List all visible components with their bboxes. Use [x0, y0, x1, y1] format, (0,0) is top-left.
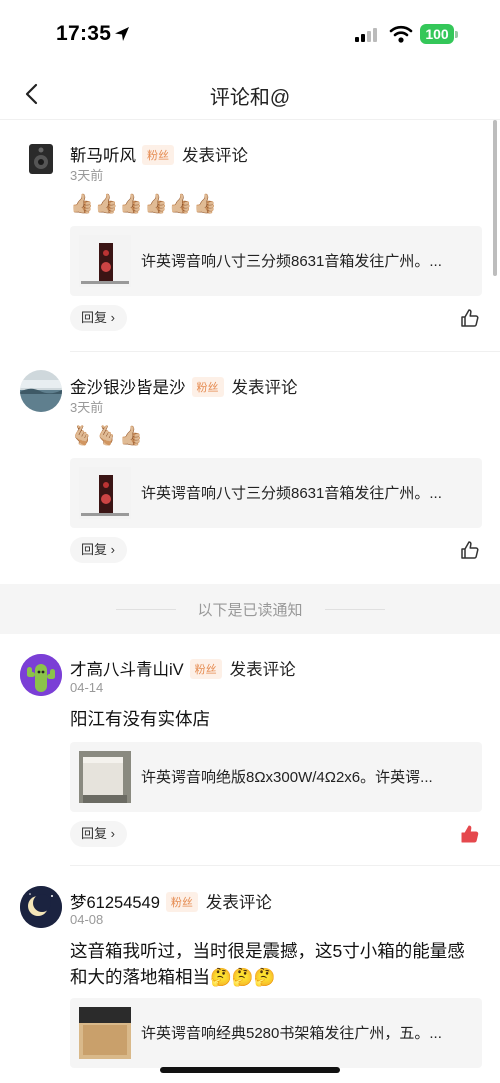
action-text: 发表评论: [182, 147, 248, 165]
comment-content: 这音箱我听过，当时很是震撼，这5寸小箱的能量感和大的落地箱相当🤔🤔🤔: [70, 941, 465, 987]
wifi-icon: [389, 25, 413, 43]
post-title: 许英谔音响八寸三分频8631音箱发往广州。...: [141, 485, 442, 502]
username[interactable]: 才高八斗青山iV: [70, 661, 184, 679]
notification-item: 才高八斗青山iV 粉丝 发表评论 04-14 阳江有没有实体店 许英谔音响绝版8Ωx…: [0, 634, 500, 866]
timestamp: 3天前: [70, 168, 104, 183]
action-text: 发表评论: [231, 379, 298, 397]
fan-badge: 粉丝: [165, 892, 198, 912]
nav-bar: 评论和@: [0, 66, 500, 120]
separator-line: [325, 609, 385, 610]
status-bar: 17:35 100: [0, 0, 500, 66]
username-line: 金沙银沙皆是沙 粉丝 发表评论: [70, 374, 298, 398]
action-text: 发表评论: [229, 661, 296, 679]
notification-item: 梦61254549 粉丝 发表评论 04-08 这音箱我听过，当时很是震撼，这5寸小…: [0, 866, 500, 1083]
timestamp: 3天前: [70, 400, 104, 415]
reply-button[interactable]: 回复 ›: [70, 537, 127, 563]
post-card[interactable]: 许英谔音响绝版8Ωx300W/4Ω2x6。许英谔...: [70, 742, 482, 812]
read-separator-text: 以下是已读通知: [197, 602, 303, 619]
thumbs-up-filled-icon[interactable]: [460, 824, 480, 844]
post-thumbnail: [79, 1007, 131, 1059]
username[interactable]: 靳马听风: [70, 147, 136, 165]
avatar[interactable]: [20, 138, 62, 180]
avatar[interactable]: [20, 654, 62, 696]
avatar[interactable]: [20, 886, 62, 928]
username-line: 靳马听风 粉丝 发表评论: [70, 142, 248, 166]
action-text: 发表评论: [205, 894, 272, 912]
thumbs-up-outline-icon[interactable]: [460, 308, 480, 328]
post-thumbnail: [79, 235, 131, 287]
post-title: 许英谔音响八寸三分频8631音箱发往广州。...: [141, 253, 442, 270]
location-arrow-icon: [115, 27, 129, 41]
comment-content: 阳江有没有实体店: [70, 709, 210, 729]
post-title: 许英谔音响经典5280书架箱发往广州，五。...: [141, 1025, 442, 1042]
battery-level: 100: [420, 24, 454, 44]
username[interactable]: 梦61254549: [70, 894, 160, 912]
reply-button[interactable]: 回复 ›: [70, 305, 127, 331]
username-line: 才高八斗青山iV 粉丝 发表评论: [70, 656, 296, 680]
page-title: 评论和@: [209, 87, 291, 109]
post-card[interactable]: 许英谔音响八寸三分频8631音箱发往广州。...: [70, 458, 482, 528]
read-separator: 以下是已读通知: [0, 584, 500, 634]
reply-button[interactable]: 回复 ›: [70, 821, 127, 847]
fan-badge: 粉丝: [191, 377, 224, 397]
post-card[interactable]: 许英谔音响八寸三分频8631音箱发往广州。...: [70, 226, 482, 296]
post-thumbnail: [79, 467, 131, 519]
fan-badge: 粉丝: [189, 659, 222, 679]
home-indicator[interactable]: [160, 1067, 340, 1073]
comment-content: 🫰🏼🫰🏼👍🏼: [70, 426, 144, 447]
thumbs-up-outline-icon[interactable]: [460, 540, 480, 560]
status-time: 17:35: [56, 22, 112, 45]
notification-item: 金沙银沙皆是沙 粉丝 发表评论 3天前 🫰🏼🫰🏼👍🏼 许英谔音响八寸三分频8631音…: [0, 352, 500, 584]
battery-indicator: 100: [420, 24, 458, 44]
post-card[interactable]: 许英谔音响经典5280书架箱发往广州，五。...: [70, 998, 482, 1068]
cellular-signal-icon: [355, 28, 377, 42]
avatar[interactable]: [20, 370, 62, 412]
comment-content: 👍🏼👍🏼👍🏼👍🏼👍🏼👍🏼: [70, 194, 218, 215]
username-line: 梦61254549 粉丝 发表评论: [70, 889, 272, 913]
timestamp: 04-08: [70, 912, 104, 927]
notification-item: 靳马听风 粉丝 发表评论 3天前 👍🏼👍🏼👍🏼👍🏼👍🏼👍🏼 许英谔音响八寸三分频86…: [0, 120, 500, 352]
post-thumbnail: [79, 751, 131, 803]
battery-tip: [455, 31, 458, 38]
fan-badge: 粉丝: [142, 145, 174, 165]
timestamp: 04-14: [70, 680, 104, 695]
username[interactable]: 金沙银沙皆是沙: [70, 379, 186, 397]
post-title: 许英谔音响绝版8Ωx300W/4Ω2x6。许英谔...: [141, 769, 433, 786]
